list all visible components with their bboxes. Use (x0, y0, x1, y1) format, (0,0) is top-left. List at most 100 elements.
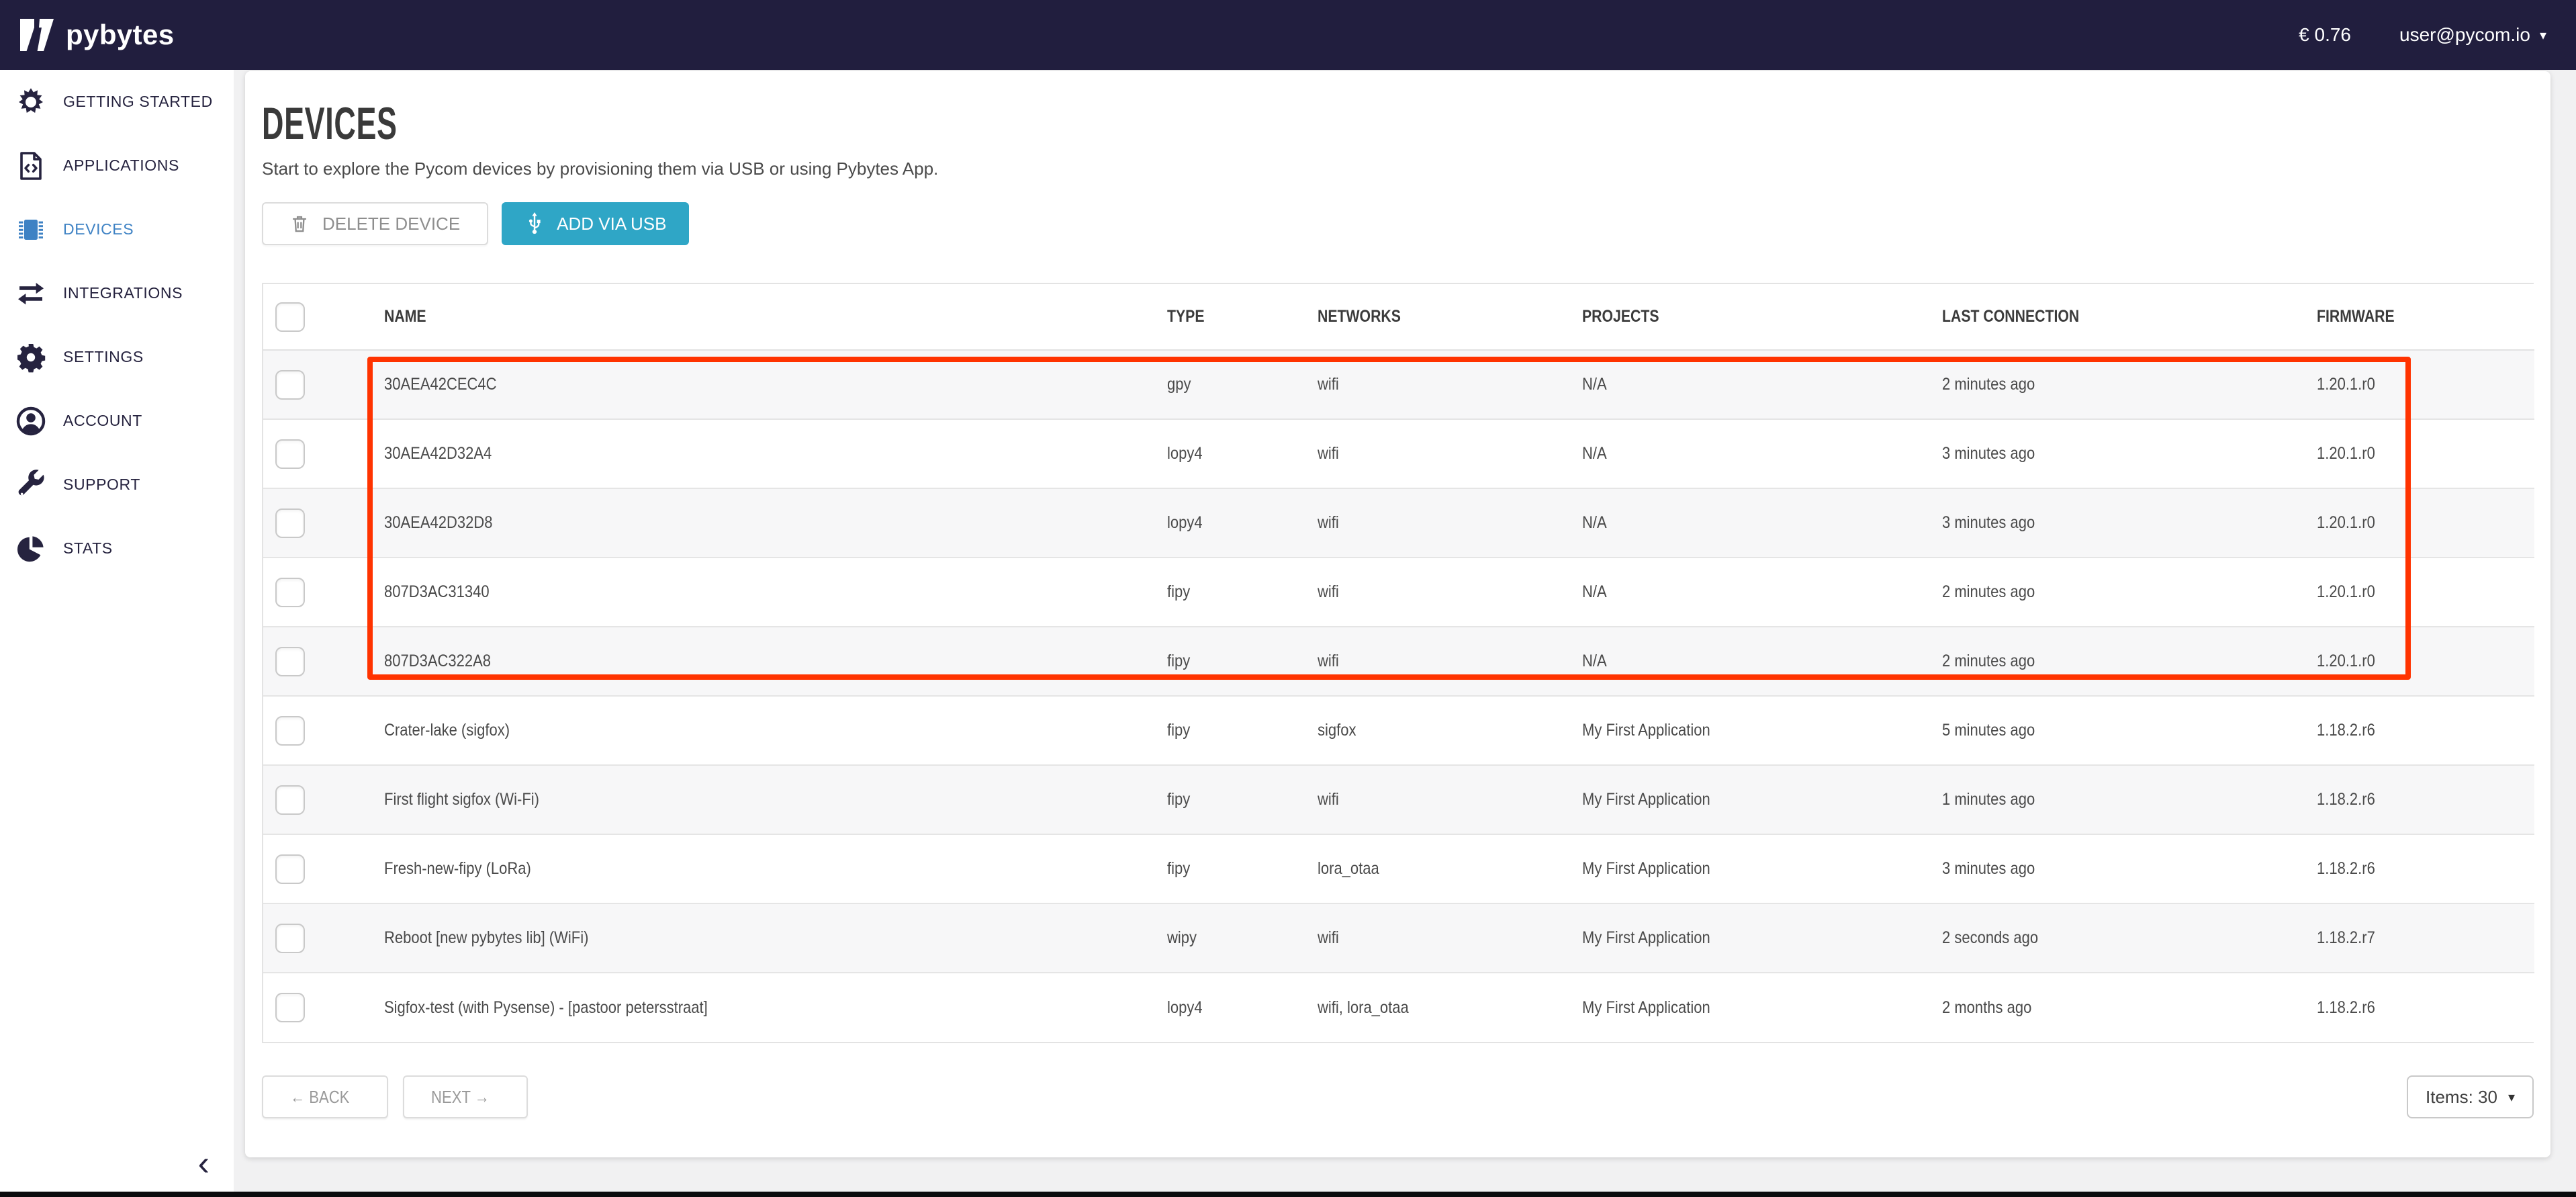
swap-arrows-icon (13, 277, 48, 310)
device-firmware: 1.18.2.r6 (2317, 790, 2375, 809)
row-checkbox[interactable] (275, 578, 305, 607)
delete-device-button[interactable]: DELETE DEVICE (262, 202, 488, 245)
next-button[interactable]: NEXT → (403, 1075, 528, 1118)
toolbar: DELETE DEVICE ADD VIA USB (262, 202, 2534, 245)
table-row[interactable]: Reboot [new pybytes lib] (WiFi) wipy wif… (263, 903, 2534, 973)
sidebar-item-label: INTEGRATIONS (63, 284, 183, 302)
pagination: ← BACK NEXT → Items: 30 ▾ (262, 1075, 2534, 1118)
device-networks: wifi (1318, 652, 1339, 671)
device-projects: My First Application (1582, 790, 1710, 809)
gear-icon (13, 341, 48, 373)
sidebar-item-settings[interactable]: SETTINGS (0, 325, 234, 389)
select-all-checkbox[interactable] (275, 302, 305, 332)
row-checkbox[interactable] (275, 924, 305, 953)
sidebar-item-getting-started[interactable]: GETTING STARTED (0, 70, 234, 134)
device-projects: N/A (1582, 375, 1607, 394)
sun-icon (13, 86, 48, 118)
device-networks: wifi (1318, 375, 1339, 394)
back-button[interactable]: ← BACK (262, 1075, 388, 1118)
table-row[interactable]: 30AEA42CEC4C gpy wifi N/A 2 minutes ago … (263, 350, 2534, 419)
device-last-connection: 3 minutes ago (1942, 444, 2035, 463)
row-checkbox[interactable] (275, 370, 305, 400)
user-circle-icon (13, 405, 48, 437)
device-networks: wifi, lora_otaa (1318, 998, 1409, 1018)
wrench-icon (13, 469, 48, 501)
table-row[interactable]: 30AEA42D32A4 lopy4 wifi N/A 3 minutes ag… (263, 419, 2534, 488)
device-firmware: 1.20.1.r0 (2317, 652, 2375, 671)
device-networks: sigfox (1318, 721, 1356, 740)
device-type: fipy (1167, 859, 1190, 879)
sidebar-item-support[interactable]: SUPPORT (0, 453, 234, 517)
column-header-last-connection: LAST CONNECTION (1942, 307, 2079, 326)
device-networks: wifi (1318, 444, 1339, 463)
row-checkbox[interactable] (275, 993, 305, 1022)
device-projects: N/A (1582, 652, 1607, 671)
device-last-connection: 1 minutes ago (1942, 790, 2035, 809)
account-balance: € 0.76 (2299, 24, 2351, 46)
chevron-down-icon: ▾ (2508, 1089, 2515, 1106)
row-checkbox[interactable] (275, 508, 305, 538)
device-firmware: 1.18.2.r6 (2317, 721, 2375, 740)
device-name: Reboot [new pybytes lib] (WiFi) (384, 928, 588, 948)
sidebar-item-label: ACCOUNT (63, 412, 142, 430)
sidebar-item-applications[interactable]: APPLICATIONS (0, 134, 234, 197)
pybytes-logo[interactable]: pybytes (20, 19, 175, 51)
row-checkbox[interactable] (275, 716, 305, 746)
device-type: fipy (1167, 721, 1190, 740)
pie-chart-icon (13, 533, 48, 565)
device-last-connection: 3 minutes ago (1942, 513, 2035, 533)
device-type: fipy (1167, 582, 1190, 602)
device-firmware: 1.20.1.r0 (2317, 375, 2375, 394)
sidebar-item-label: DEVICES (63, 220, 134, 238)
table-row[interactable]: Sigfox-test (with Pysense) - [pastoor pe… (263, 973, 2534, 1042)
top-navbar: pybytes € 0.76 user@pycom.io ▾ (0, 0, 2576, 70)
items-per-page-dropdown[interactable]: Items: 30 ▾ (2407, 1075, 2534, 1118)
table-row[interactable]: 807D3AC322A8 fipy wifi N/A 2 minutes ago… (263, 627, 2534, 696)
collapse-sidebar-icon[interactable]: ‹ (198, 1146, 210, 1181)
device-networks: wifi (1318, 513, 1339, 533)
device-type: fipy (1167, 790, 1190, 809)
device-last-connection: 5 minutes ago (1942, 721, 2035, 740)
trash-icon (290, 214, 309, 234)
row-checkbox[interactable] (275, 647, 305, 676)
device-last-connection: 3 minutes ago (1942, 859, 2035, 879)
device-last-connection: 2 minutes ago (1942, 582, 2035, 602)
table-row[interactable]: Fresh-new-fipy (LoRa) fipy lora_otaa My … (263, 834, 2534, 903)
page-title: DEVICES (262, 101, 1761, 146)
table-row[interactable]: First flight sigfox (Wi-Fi) fipy wifi My… (263, 765, 2534, 834)
device-projects: My First Application (1582, 859, 1710, 879)
delete-device-label: DELETE DEVICE (322, 214, 460, 234)
device-name: Fresh-new-fipy (LoRa) (384, 859, 531, 879)
row-checkbox[interactable] (275, 439, 305, 469)
add-via-usb-button[interactable]: ADD VIA USB (502, 202, 689, 245)
device-projects: My First Application (1582, 928, 1710, 948)
logo-text: pybytes (66, 19, 175, 51)
sidebar-item-stats[interactable]: STATS (0, 517, 234, 580)
device-name: Sigfox-test (with Pysense) - [pastoor pe… (384, 998, 708, 1018)
back-label: ← BACK (290, 1087, 349, 1108)
device-type: gpy (1167, 375, 1191, 394)
items-per-page-label: Items: 30 (2426, 1087, 2497, 1108)
table-row[interactable]: 30AEA42D32D8 lopy4 wifi N/A 3 minutes ag… (263, 488, 2534, 558)
user-email: user@pycom.io (2399, 24, 2530, 46)
device-networks: lora_otaa (1318, 859, 1379, 879)
pybytes-devices-page: { "navbar": { "logo_text": "pybytes", "b… (0, 0, 2576, 1197)
device-networks: wifi (1318, 790, 1339, 809)
user-menu[interactable]: user@pycom.io ▾ (2399, 24, 2546, 46)
device-type: lopy4 (1167, 444, 1203, 463)
device-type: wipy (1167, 928, 1197, 948)
usb-icon (524, 212, 545, 235)
sidebar-item-devices[interactable]: DEVICES (0, 197, 234, 261)
row-checkbox[interactable] (275, 854, 305, 884)
table-row[interactable]: Crater-lake (sigfox) fipy sigfox My Firs… (263, 696, 2534, 765)
device-projects: My First Application (1582, 721, 1710, 740)
sidebar-item-integrations[interactable]: INTEGRATIONS (0, 261, 234, 325)
sidebar-item-label: SETTINGS (63, 348, 144, 366)
sidebar-item-account[interactable]: ACCOUNT (0, 389, 234, 453)
device-name: First flight sigfox (Wi-Fi) (384, 790, 539, 809)
row-checkbox[interactable] (275, 785, 305, 815)
table-row[interactable]: 807D3AC31340 fipy wifi N/A 2 minutes ago… (263, 558, 2534, 627)
device-last-connection: 2 minutes ago (1942, 652, 2035, 671)
device-networks: wifi (1318, 928, 1339, 948)
device-name: 807D3AC31340 (384, 582, 490, 602)
